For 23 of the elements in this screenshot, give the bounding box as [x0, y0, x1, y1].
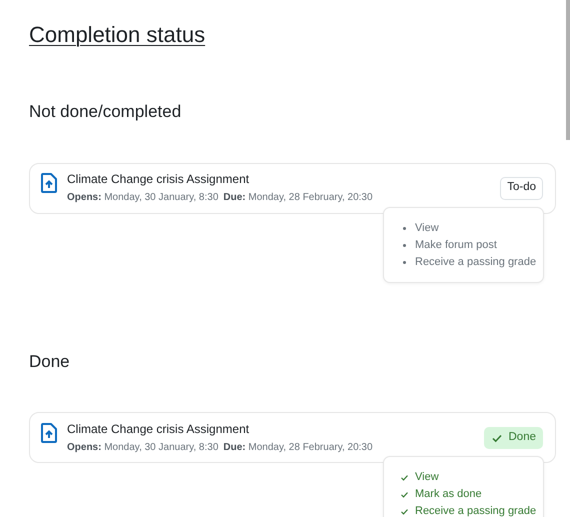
condition-text: View: [415, 470, 439, 485]
section-heading: Not done/completed: [29, 101, 182, 123]
bullet-icon: [403, 226, 406, 230]
bullet-icon: [403, 260, 406, 264]
bullet-icon: [403, 244, 406, 246]
condition-text: Mark as done: [415, 487, 482, 502]
opens-date: Opens: Monday, 30 January, 8:30: [67, 191, 218, 204]
condition-text: Receive a passing grade: [415, 504, 536, 517]
file-upload-icon: [41, 422, 57, 442]
condition-text: Receive a passing grade: [415, 254, 536, 270]
activity-name[interactable]: Climate Change crisis Assignment: [67, 422, 373, 436]
condition-text: View: [415, 220, 439, 236]
due-date: Due: Monday, 28 February, 20:30: [223, 191, 373, 204]
condition-text: Make forum post: [415, 238, 497, 252]
opens-date: Opens: Monday, 30 January, 8:30: [67, 440, 218, 454]
activity-name[interactable]: Climate Change crisis Assignment: [67, 172, 373, 187]
completion-status-button[interactable]: Done: [484, 426, 543, 448]
section-heading: Done: [29, 350, 71, 372]
scrollbar-thumb[interactable]: [566, 0, 570, 140]
page-title: Completion status: [29, 21, 206, 49]
completion-status-button[interactable]: To-do: [500, 176, 543, 200]
file-upload-icon: [41, 173, 57, 193]
due-date: Due: Monday, 28 February, 20:30: [223, 440, 373, 454]
